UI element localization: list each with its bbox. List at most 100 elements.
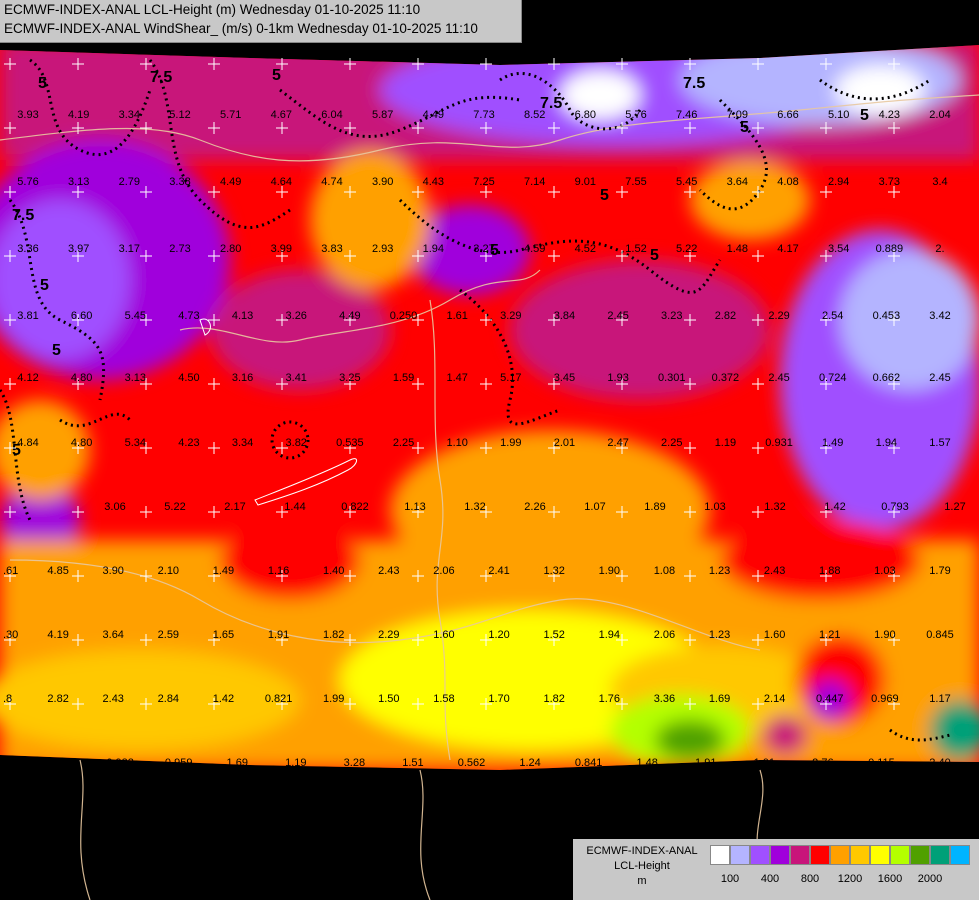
lcl-value-label: 0.447 bbox=[816, 693, 844, 705]
lcl-value-label: 3.13 bbox=[68, 176, 89, 188]
lcl-value-label: 2.43 bbox=[103, 693, 124, 705]
lcl-value-label: 0.969 bbox=[871, 693, 899, 705]
lcl-value-label: 1.52 bbox=[625, 243, 646, 255]
lcl-value-label: 0.932 bbox=[106, 757, 134, 769]
lcl-value-label: 3.64 bbox=[727, 176, 748, 188]
lcl-value-label: 0.535 bbox=[336, 437, 364, 449]
lcl-value-label: 3.36 bbox=[654, 693, 675, 705]
lcl-value-label: 2.06 bbox=[654, 629, 675, 641]
lcl-value-label: 1.82 bbox=[323, 629, 344, 641]
lcl-value-label: 4.52 bbox=[575, 243, 596, 255]
lcl-value-label: 1.82 bbox=[543, 693, 564, 705]
lcl-value-label: 3.4 bbox=[932, 176, 947, 188]
lcl-value-label: 1.79 bbox=[929, 565, 950, 577]
lcl-value-label: 1.42 bbox=[213, 693, 234, 705]
lcl-value-label: 0.793 bbox=[881, 501, 909, 513]
lcl-value-label: 2.93 bbox=[372, 243, 393, 255]
lcl-value-label: 2.73 bbox=[169, 243, 190, 255]
lcl-value-label: 2.45 bbox=[768, 372, 789, 384]
lcl-value-label: 1.27 bbox=[944, 501, 965, 513]
header-line-2: ECMWF-INDEX-ANAL WindShear_ (m/s) 0-1km … bbox=[4, 21, 478, 36]
legend-swatches bbox=[710, 845, 970, 865]
lcl-value-label: 1.91 bbox=[268, 629, 289, 641]
lcl-value-label: 3.64 bbox=[103, 629, 124, 641]
lcl-value-label: 3.73 bbox=[879, 176, 900, 188]
lcl-value-label: 4.74 bbox=[321, 176, 342, 188]
lcl-value-label: 6.60 bbox=[71, 310, 92, 322]
lcl-value-label: 1.19 bbox=[715, 437, 736, 449]
lcl-value-label: 1.49 bbox=[822, 437, 843, 449]
lcl-value-label: 4.23 bbox=[879, 109, 900, 121]
lcl-value-label: 1.91 bbox=[695, 757, 716, 769]
lcl-value-label: 2.54 bbox=[822, 310, 843, 322]
legend-tick-label: 100 bbox=[720, 873, 740, 885]
lcl-value-label: 5.10 bbox=[828, 109, 849, 121]
windshear-contour-label: 5 bbox=[650, 247, 659, 264]
lcl-value-label: 3.34 bbox=[232, 437, 253, 449]
legend-title-line-1: ECMWF-INDEX-ANAL bbox=[586, 845, 698, 857]
lcl-value-label: 1.90 bbox=[874, 629, 895, 641]
field-layer bbox=[0, 45, 979, 770]
lcl-value-label: 3.45 bbox=[554, 372, 575, 384]
lcl-value-label: 0.931 bbox=[765, 437, 793, 449]
lcl-value-label: 3.17 bbox=[119, 243, 140, 255]
legend-swatch bbox=[950, 845, 970, 865]
lcl-value-label: 1.07 bbox=[584, 501, 605, 513]
lcl-value-label: 0.250 bbox=[390, 310, 418, 322]
lcl-value-label: 2.17 bbox=[224, 501, 245, 513]
lcl-value-label: 7.55 bbox=[625, 176, 646, 188]
lcl-value-label: 5.22 bbox=[676, 243, 697, 255]
lcl-value-label: 4.49 bbox=[339, 310, 360, 322]
legend-ticks: 100 400 800 1200 1600 2000 bbox=[710, 873, 970, 887]
legend-title: ECMWF-INDEX-ANAL LCL-Height m bbox=[578, 844, 706, 889]
legend-swatch bbox=[790, 845, 810, 865]
lcl-value-label: 8.52 bbox=[524, 109, 545, 121]
windshear-contour-label: 5 bbox=[52, 342, 61, 359]
lcl-value-label: .30 bbox=[3, 629, 18, 641]
lcl-value-label: 1.16 bbox=[268, 565, 289, 577]
lcl-value-label: 3.90 bbox=[103, 565, 124, 577]
lcl-value-label: 3.41 bbox=[286, 372, 307, 384]
windshear-contour-label: 5 bbox=[38, 75, 47, 92]
lcl-value-label: 4.85 bbox=[47, 565, 68, 577]
lcl-value-label: 2.82 bbox=[715, 310, 736, 322]
lcl-value-label: 2.79 bbox=[119, 176, 140, 188]
lcl-value-label: 2.14 bbox=[764, 693, 785, 705]
lcl-value-label: 2.06 bbox=[433, 565, 454, 577]
lcl-value-label: 2.25 bbox=[393, 437, 414, 449]
lcl-value-label: 7.73 bbox=[473, 109, 494, 121]
lcl-value-label: 2.10 bbox=[158, 565, 179, 577]
lcl-value-label: 7.25 bbox=[473, 176, 494, 188]
lcl-value-label: 1.50 bbox=[378, 693, 399, 705]
lcl-value-label: 0.889 bbox=[876, 243, 904, 255]
legend-swatch bbox=[890, 845, 910, 865]
lcl-value-label: 4.80 bbox=[71, 372, 92, 384]
lcl-value-label: 2.04 bbox=[929, 109, 950, 121]
lcl-value-label: 3.93 bbox=[17, 109, 38, 121]
lcl-value-label: 3.38 bbox=[169, 176, 190, 188]
lcl-value-label: 2.43 bbox=[764, 565, 785, 577]
lcl-value-label: 1.52 bbox=[543, 629, 564, 641]
legend-title-line-3: m bbox=[637, 875, 647, 887]
lcl-value-label: 4.12 bbox=[17, 372, 38, 384]
lcl-value-label: 1.94 bbox=[599, 629, 620, 641]
lcl-value-label: 1.94 bbox=[876, 437, 897, 449]
lcl-value-label: 1.40 bbox=[323, 565, 344, 577]
header-line-1: ECMWF-INDEX-ANAL LCL-Height (m) Wednesda… bbox=[4, 2, 421, 17]
lcl-value-label: 2.29 bbox=[378, 629, 399, 641]
windshear-contour-label: 5 bbox=[740, 119, 749, 136]
lcl-value-label: 2.25 bbox=[661, 437, 682, 449]
lcl-value-label: 1.70 bbox=[488, 693, 509, 705]
lcl-value-label: 3.27 bbox=[473, 243, 494, 255]
map-header: ECMWF-INDEX-ANAL LCL-Height (m) Wednesda… bbox=[0, 0, 522, 43]
lcl-value-label: 4.43 bbox=[423, 176, 444, 188]
lcl-value-label: 2.84 bbox=[158, 693, 179, 705]
lcl-value-label: 1.75 bbox=[51, 757, 72, 769]
lcl-value-label: 3.36 bbox=[17, 243, 38, 255]
lcl-value-label: 1.24 bbox=[519, 757, 540, 769]
lcl-value-label: 1.99 bbox=[323, 693, 344, 705]
color-legend: ECMWF-INDEX-ANAL LCL-Height m 100 400 800 1… bbox=[573, 839, 979, 900]
legend-tick-label: 2000 bbox=[917, 873, 943, 885]
windshear-contour-label: 7.5 bbox=[12, 207, 34, 224]
lcl-value-label: 4.23 bbox=[178, 437, 199, 449]
